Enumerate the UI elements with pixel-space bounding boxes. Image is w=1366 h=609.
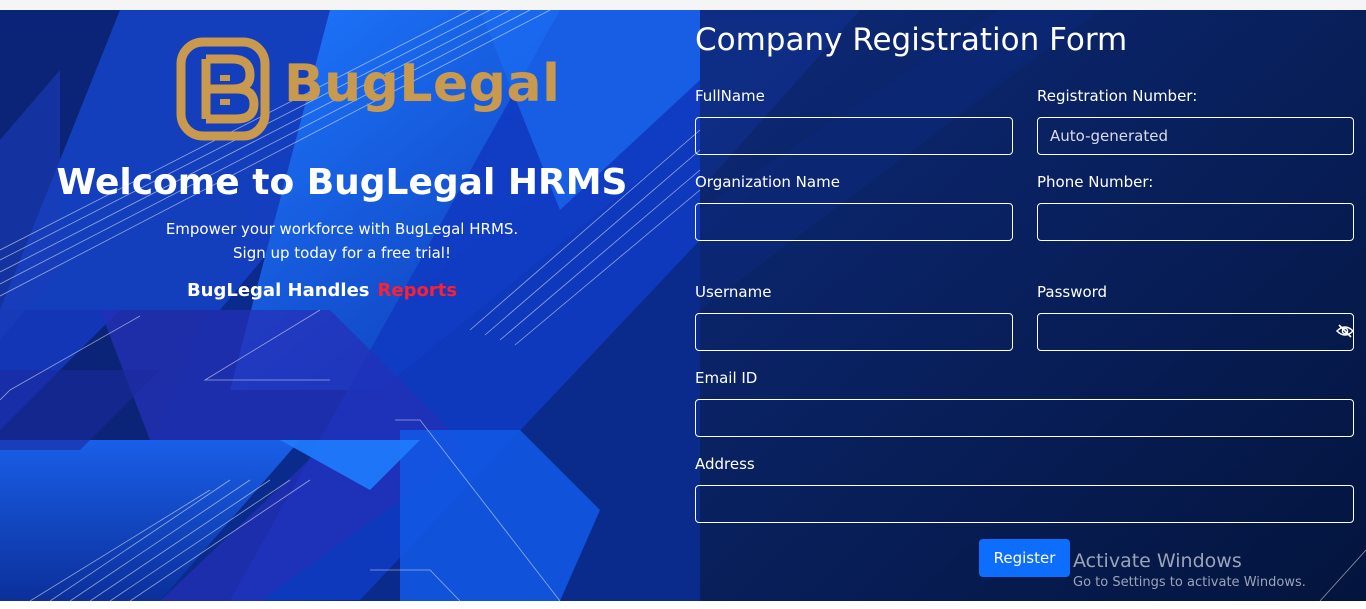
registration-number-label: Registration Number: xyxy=(1037,87,1198,105)
address-input[interactable] xyxy=(695,485,1354,523)
activate-windows-subtitle: Go to Settings to activate Windows. xyxy=(1073,575,1306,590)
address-label: Address xyxy=(695,455,755,473)
fullname-label: FullName xyxy=(695,87,765,105)
handles-prefix: BugLegal Handles xyxy=(186,280,370,301)
email-label: Email ID xyxy=(695,369,758,387)
username-input[interactable] xyxy=(695,313,1013,351)
registration-number-input[interactable] xyxy=(1037,117,1354,155)
welcome-heading: Welcome to BugLegal HRMS xyxy=(56,162,628,203)
organization-name-label: Organization Name xyxy=(695,173,840,191)
form-title: Company Registration Form xyxy=(695,22,1128,58)
handles-highlight: Reports xyxy=(377,280,458,301)
fullname-input[interactable] xyxy=(695,117,1013,155)
bottom-strip xyxy=(0,601,1366,609)
tagline: Empower your workforce with BugLegal HRM… xyxy=(0,217,684,265)
email-input[interactable] xyxy=(695,399,1354,437)
registration-page: BugLegal Welcome to BugLegal HRMS Empowe… xyxy=(0,10,1366,601)
phone-number-label: Phone Number: xyxy=(1037,173,1154,191)
tagline-line-1: Empower your workforce with BugLegal HRM… xyxy=(165,220,519,238)
password-label: Password xyxy=(1037,283,1108,301)
username-label: Username xyxy=(695,283,772,301)
activate-windows-title: Activate Windows xyxy=(1073,550,1242,572)
eye-slash-icon[interactable] xyxy=(1336,323,1354,339)
top-browser-strip xyxy=(0,0,1366,10)
organization-name-input[interactable] xyxy=(695,203,1013,241)
brand-name: BugLegal xyxy=(284,54,561,114)
password-input[interactable] xyxy=(1037,313,1354,351)
register-button[interactable]: Register xyxy=(979,539,1070,577)
handles-text: BugLegal Handles Reports xyxy=(0,280,644,301)
phone-number-input[interactable] xyxy=(1037,203,1354,241)
tagline-line-2: Sign up today for a free trial! xyxy=(233,244,451,262)
